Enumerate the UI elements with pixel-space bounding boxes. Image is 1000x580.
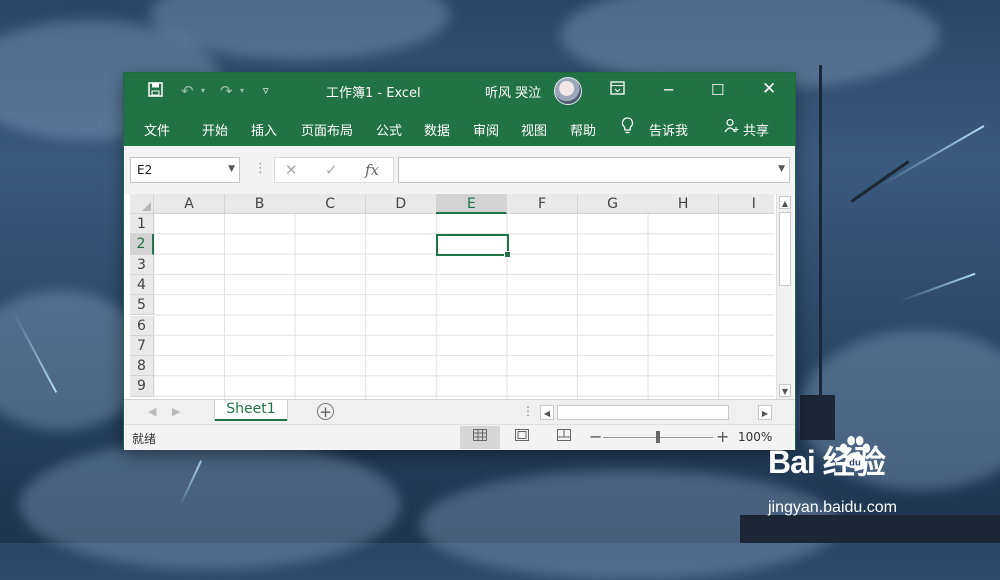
minimize-icon[interactable]: ─ [664, 81, 673, 99]
column-header-f[interactable]: F [507, 194, 578, 214]
close-icon[interactable]: ✕ [762, 79, 776, 99]
ribbon-tabs: 文件 开始 插入 页面布局 公式 数据 审阅 视图 帮助 告诉我 共享 [124, 108, 795, 146]
tab-formulas[interactable]: 公式 [376, 120, 402, 139]
scroll-up-icon[interactable]: ▲ [779, 196, 791, 209]
tab-review[interactable]: 审阅 [473, 120, 499, 139]
row-header-3[interactable]: 3 [130, 254, 154, 275]
sheet-tab-sheet1[interactable]: Sheet1 [215, 400, 287, 421]
row-header-5[interactable]: 5 [130, 295, 154, 316]
tell-me-search[interactable]: 告诉我 [649, 120, 688, 139]
vertical-scrollbar[interactable]: ▲ ▼ [776, 194, 793, 399]
horizontal-scrollbar[interactable]: ◀ ▶ [540, 405, 772, 420]
redo-icon[interactable]: ↷ [220, 82, 233, 100]
undo-icon[interactable]: ↶ [181, 82, 194, 100]
maximize-icon[interactable]: ☐ [711, 81, 724, 99]
normal-view-icon[interactable] [460, 426, 500, 449]
active-cell-e2[interactable] [436, 234, 511, 258]
column-header-a[interactable]: A [154, 194, 225, 214]
status-bar: 就绪 − + 100% [124, 424, 795, 450]
sheet-prev-icon[interactable]: ◀ [148, 405, 156, 418]
chevron-down-icon[interactable]: ▼ [228, 164, 235, 174]
scroll-down-icon[interactable]: ▼ [779, 384, 791, 397]
tab-view[interactable]: 视图 [521, 120, 547, 139]
formula-bar-grip-icon[interactable]: ⋮ [254, 161, 267, 176]
insert-function-icon[interactable]: fx [365, 161, 379, 179]
redo-dropdown-icon[interactable]: ▾ [240, 86, 244, 95]
tab-help[interactable]: 帮助 [570, 120, 596, 139]
column-header-i[interactable]: I [718, 194, 774, 214]
ribbon-display-icon[interactable] [610, 81, 625, 99]
add-sheet-icon[interactable]: + [317, 403, 334, 420]
customize-icon[interactable]: ▿ [263, 84, 269, 97]
tab-file[interactable]: 文件 [144, 120, 170, 139]
row-header-1[interactable]: 1 [130, 214, 154, 235]
tab-insert[interactable]: 插入 [251, 120, 277, 139]
hscroll-grip-icon[interactable]: ⋮ [522, 404, 534, 418]
row-header-9[interactable]: 9 [130, 376, 154, 397]
row-header-7[interactable]: 7 [130, 335, 154, 357]
page-layout-view-icon[interactable] [502, 426, 542, 449]
excel-window: ↶ ▾ ↷ ▾ ▿ 工作簿1 - Excel 听风 哭泣 ─ ☐ ✕ 文件 开始… [124, 73, 795, 450]
formula-input[interactable]: ▼ [398, 157, 790, 183]
worksheet-grid: A B C D E F G H I 1 2 3 4 5 6 7 8 9 [130, 194, 774, 399]
zoom-slider-thumb[interactable] [656, 431, 660, 443]
column-header-b[interactable]: B [224, 194, 296, 214]
page-break-view-icon[interactable] [544, 426, 584, 449]
share-button[interactable]: 共享 [743, 120, 769, 139]
formula-bar: E2 ▼ ⋮ ✕ ✓ fx ▼ [124, 146, 795, 194]
name-box[interactable]: E2 ▼ [130, 157, 240, 183]
column-header-g[interactable]: G [577, 194, 649, 214]
window-title: 工作簿1 - Excel [326, 86, 421, 101]
scroll-right-icon[interactable]: ▶ [758, 405, 772, 420]
sheet-tab-bar: ◀ ▶ Sheet1 + ⋮ ◀ ▶ [124, 399, 795, 425]
column-header-h[interactable]: H [648, 194, 720, 214]
user-name[interactable]: 听风 哭泣 [485, 82, 541, 101]
status-ready: 就绪 [132, 432, 157, 446]
watermark-url: jingyan.baidu.com [768, 499, 897, 516]
tab-page-layout[interactable]: 页面布局 [301, 120, 353, 139]
share-person-icon[interactable] [724, 118, 739, 137]
fill-handle[interactable] [504, 251, 511, 258]
zoom-out-icon[interactable]: − [589, 427, 602, 446]
column-header-c[interactable]: C [295, 194, 367, 214]
cancel-icon[interactable]: ✕ [285, 161, 298, 179]
enter-icon[interactable]: ✓ [325, 161, 338, 179]
vertical-scroll-thumb[interactable] [779, 212, 791, 286]
avatar[interactable] [554, 77, 582, 105]
name-box-value: E2 [137, 163, 153, 177]
row-header-2[interactable]: 2 [130, 234, 154, 255]
sheet-next-icon[interactable]: ▶ [172, 405, 180, 418]
row-header-6[interactable]: 6 [130, 315, 154, 336]
horizontal-scroll-thumb[interactable] [557, 405, 729, 420]
tab-home[interactable]: 开始 [202, 120, 228, 139]
scroll-left-icon[interactable]: ◀ [540, 405, 554, 420]
column-header-e[interactable]: E [436, 194, 508, 214]
svg-text:du: du [849, 457, 861, 468]
title-bar: ↶ ▾ ↷ ▾ ▿ 工作簿1 - Excel 听风 哭泣 ─ ☐ ✕ [124, 73, 795, 108]
undo-dropdown-icon[interactable]: ▾ [201, 86, 205, 95]
row-header-8[interactable]: 8 [130, 356, 154, 377]
lightbulb-icon[interactable] [621, 117, 634, 139]
column-header-d[interactable]: D [365, 194, 437, 214]
zoom-in-icon[interactable]: + [716, 427, 729, 446]
save-icon[interactable] [148, 82, 163, 101]
formula-buttons: ✕ ✓ fx [274, 157, 394, 183]
expand-formula-icon[interactable]: ▼ [778, 164, 785, 174]
baidu-paw-icon: du [839, 435, 871, 468]
select-all-corner[interactable] [130, 194, 154, 214]
tab-data[interactable]: 数据 [424, 120, 450, 139]
row-header-4[interactable]: 4 [130, 274, 154, 296]
